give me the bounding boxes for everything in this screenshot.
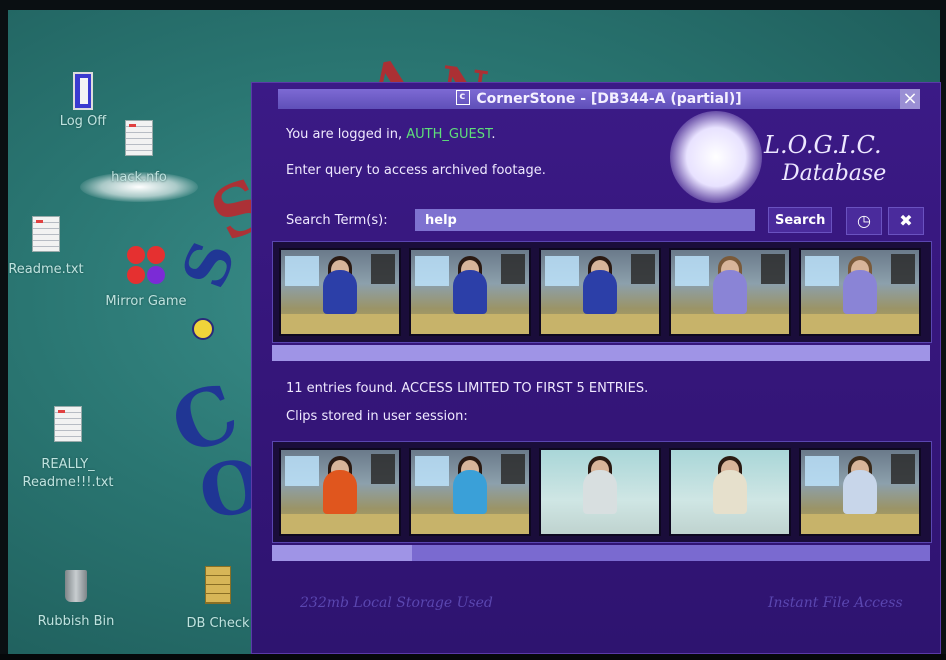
yellow-circle-icon xyxy=(192,318,214,340)
file-access-status: Instant File Access xyxy=(768,595,903,611)
logic-seal-logo xyxy=(670,111,762,203)
db-check-label: DB Check xyxy=(186,616,250,631)
readme-icon[interactable]: Readme.txt xyxy=(8,216,84,277)
window-titlebar[interactable]: CornerStone - [DB344-A (partial)] xyxy=(278,87,920,109)
storage-status: 232mb Local Storage Used xyxy=(300,595,493,611)
hack-nfo-icon[interactable]: hack.nfo xyxy=(94,120,184,185)
result-clip[interactable] xyxy=(801,250,919,334)
db-check-icon[interactable]: DB Check xyxy=(180,566,256,631)
search-label: Search Term(s): xyxy=(286,213,388,228)
result-clip[interactable] xyxy=(671,250,789,334)
session-scroll-thumb[interactable] xyxy=(272,545,412,561)
document-icon xyxy=(125,120,153,156)
really-readme-label: REALLY_ Readme!!!.txt xyxy=(22,457,114,490)
document-icon xyxy=(32,216,60,252)
search-input[interactable] xyxy=(415,209,755,231)
username: AUTH_GUEST xyxy=(406,127,492,142)
monitor-bezel xyxy=(0,654,946,660)
clips-label: Clips stored in user session: xyxy=(286,409,468,424)
really-readme-icon[interactable]: REALLY_ Readme!!!.txt xyxy=(14,406,122,492)
app-icon xyxy=(456,87,471,107)
login-suffix: . xyxy=(491,127,496,142)
result-clip[interactable] xyxy=(541,250,659,334)
colored-dots-icon xyxy=(125,244,167,286)
hack-nfo-label: hack.nfo xyxy=(111,170,167,185)
bin-icon xyxy=(65,570,87,602)
window-title: CornerStone - [DB344-A (partial)] xyxy=(476,91,742,107)
rubbish-bin-icon[interactable]: Rubbish Bin xyxy=(28,570,124,629)
session-strip xyxy=(272,441,932,543)
login-prefix: You are logged in, xyxy=(286,127,407,142)
search-button[interactable]: Search xyxy=(768,207,832,233)
results-scrollbar[interactable] xyxy=(272,345,930,361)
session-clip[interactable] xyxy=(671,450,789,534)
session-scrollbar[interactable] xyxy=(272,545,930,561)
result-clip[interactable] xyxy=(281,250,399,334)
logo-title: L.O.G.I.C. xyxy=(764,131,882,159)
clock-icon[interactable]: ◷ xyxy=(846,207,882,235)
entries-count: 11 entries found. ACCESS LIMITED TO FIRS… xyxy=(286,381,649,396)
document-icon xyxy=(54,406,82,442)
database-icon xyxy=(205,566,231,604)
results-scroll-thumb[interactable] xyxy=(272,345,930,361)
session-clip[interactable] xyxy=(541,450,659,534)
tools-icon[interactable]: ✖ xyxy=(888,207,924,235)
rubbish-bin-label: Rubbish Bin xyxy=(37,614,115,629)
results-strip xyxy=(272,241,932,343)
mirror-game-icon[interactable]: Mirror Game xyxy=(98,244,194,309)
session-clip[interactable] xyxy=(411,450,529,534)
session-clip[interactable] xyxy=(801,450,919,534)
session-clip[interactable] xyxy=(281,450,399,534)
login-status: You are logged in, AUTH_GUEST. xyxy=(286,127,495,142)
readme-label: Readme.txt xyxy=(8,262,84,277)
mirror-game-label: Mirror Game xyxy=(105,294,187,309)
logo-subtitle: Database xyxy=(782,161,887,186)
door-icon xyxy=(73,72,93,110)
query-prompt: Enter query to access archived footage. xyxy=(286,163,546,178)
cornerstone-window: CornerStone - [DB344-A (partial)] × You … xyxy=(251,82,941,654)
result-clip[interactable] xyxy=(411,250,529,334)
close-button[interactable]: × xyxy=(900,89,920,109)
